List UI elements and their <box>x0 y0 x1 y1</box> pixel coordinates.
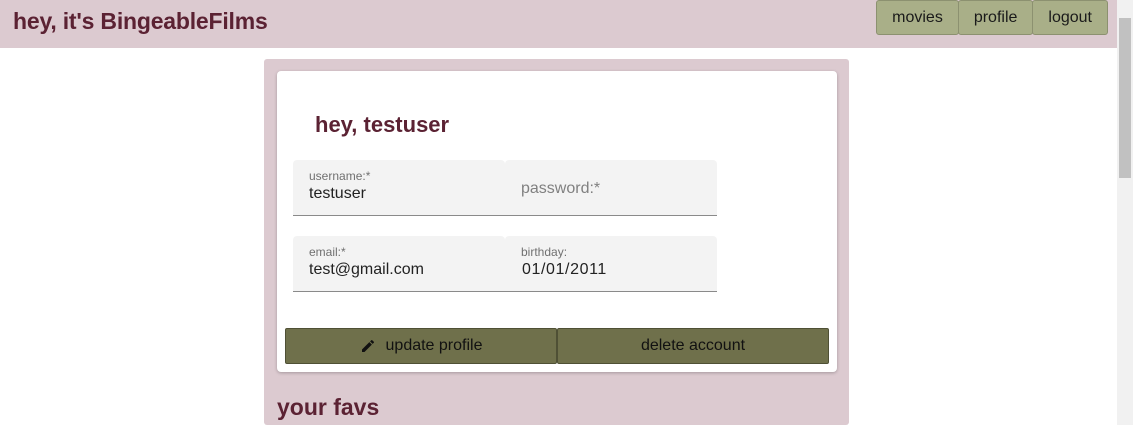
vertical-scrollbar[interactable] <box>1117 0 1133 425</box>
email-value[interactable]: test@gmail.com <box>309 261 424 279</box>
username-value[interactable]: testuser <box>309 185 366 203</box>
scrollbar-thumb[interactable] <box>1119 18 1131 178</box>
logout-button[interactable]: logout <box>1032 0 1108 35</box>
email-label: email:* <box>309 245 346 259</box>
update-profile-label: update profile <box>385 337 483 354</box>
app-title: hey, it's BingeableFilms <box>13 8 268 34</box>
email-field[interactable]: email:* test@gmail.com <box>293 236 505 292</box>
password-placeholder: password:* <box>521 180 601 197</box>
profile-button[interactable]: profile <box>957 0 1034 35</box>
pencil-icon <box>360 338 376 354</box>
movies-button[interactable]: movies <box>876 0 959 35</box>
username-field[interactable]: username:* testuser <box>293 160 505 216</box>
password-field[interactable]: password:* <box>505 160 717 216</box>
birthday-value[interactable]: 01/01/2011 <box>522 261 607 279</box>
username-label: username:* <box>309 169 371 183</box>
update-profile-button[interactable]: update profile <box>285 328 557 364</box>
top-bar: hey, it's BingeableFilms movies profile … <box>0 0 1117 48</box>
birthday-label: birthday: <box>521 245 568 259</box>
nav-bar: movies profile logout <box>876 0 1108 35</box>
birthday-field[interactable]: birthday: 01/01/2011 <box>505 236 717 292</box>
delete-account-button[interactable]: delete account <box>557 328 829 364</box>
favs-heading: your favs <box>277 394 380 420</box>
delete-account-label: delete account <box>640 337 746 354</box>
profile-greeting: hey, testuser <box>315 112 450 137</box>
